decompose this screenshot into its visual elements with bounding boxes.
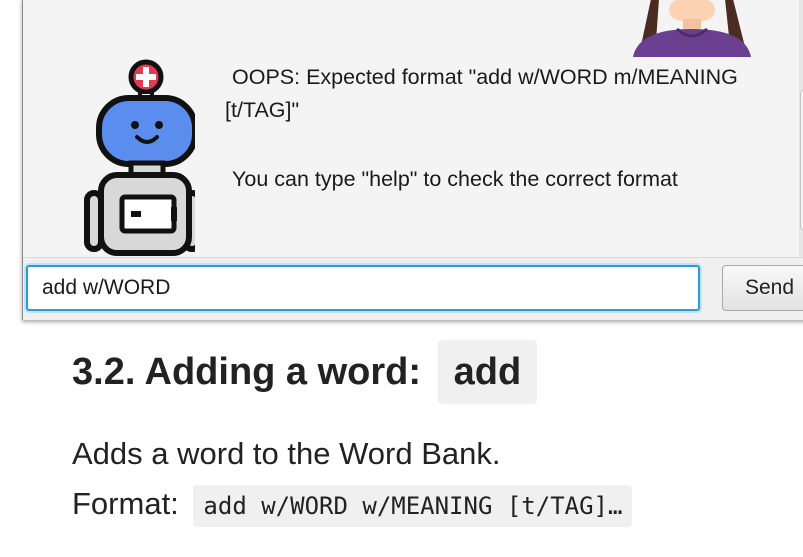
- bot-message-line: You can type "help" to check the correct…: [232, 167, 678, 191]
- section-description: Adds a word to the Word Bank.: [72, 436, 501, 471]
- format-label: Format:: [72, 486, 179, 521]
- message-spacer: [225, 127, 795, 163]
- format-code: add w/WORD w/MEANING [t/TAG]…: [193, 484, 633, 527]
- bot-message-line: [t/TAG]": [225, 98, 300, 122]
- section-heading-code: add: [437, 340, 538, 404]
- command-input[interactable]: [26, 265, 700, 311]
- send-button[interactable]: Send: [722, 265, 803, 311]
- command-bar: Send: [23, 257, 803, 320]
- user-avatar-icon: [633, 0, 751, 57]
- section-heading-text: 3.2. Adding a word:: [72, 351, 422, 393]
- section-heading: 3.2. Adding a word: add: [72, 340, 538, 404]
- bot-message: OOPS: Expected format "add w/WORD m/MEAN…: [225, 61, 795, 196]
- dialog-scrollbar[interactable]: ▼: [799, 0, 803, 257]
- dialog-area: OOPS: Expected format "add w/WORD m/MEAN…: [23, 0, 803, 257]
- app-window: OOPS: Expected format "add w/WORD m/MEAN…: [22, 0, 803, 320]
- bot-message-line: OOPS: Expected format "add w/WORD m/MEAN…: [232, 65, 738, 89]
- robot-avatar-icon: [84, 59, 195, 256]
- format-line: Format: add w/WORD w/MEANING [t/TAG]…: [72, 482, 633, 527]
